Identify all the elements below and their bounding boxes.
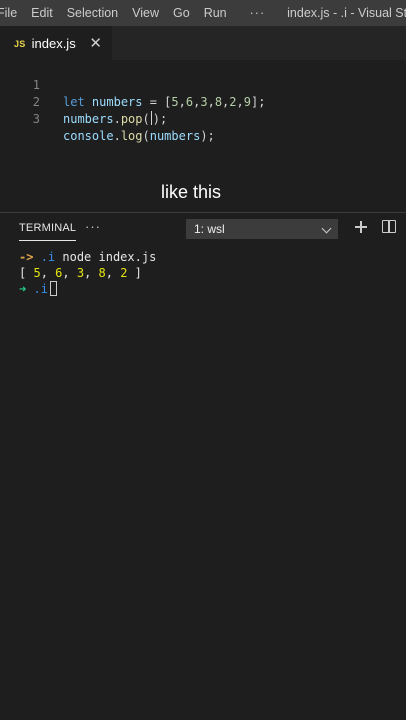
punctuation: ); [152, 112, 168, 126]
menu-more-button[interactable]: ··· [234, 6, 276, 20]
panel-more-button[interactable]: ··· [85, 219, 101, 234]
function-name: log [120, 129, 143, 143]
prompt-directory: .i [40, 250, 56, 264]
identifier: numbers [149, 129, 201, 143]
code-text: console.log(numbers); [63, 128, 215, 145]
line-number: 3 [32, 112, 40, 126]
function-name: pop [120, 112, 143, 126]
terminal-command: node index.js [62, 250, 157, 264]
panel-header: TERMINAL ··· 1: wsl [0, 213, 406, 245]
terminal-output: ] [127, 266, 142, 280]
prompt-directory: .i [33, 282, 48, 296]
vscode-window: File Edit Selection View Go Run ··· inde… [0, 0, 406, 720]
output-number: 3 [76, 266, 85, 280]
editor-tab-bar: JS index.js ✕ [0, 26, 406, 60]
menu-file[interactable]: File [0, 0, 24, 26]
punctuation: . [113, 129, 121, 143]
code-line: 1 let numbers = [5,6,3,8,2,9]; [0, 60, 406, 109]
terminal-select-dropdown[interactable]: 1: wsl [186, 219, 338, 239]
new-terminal-plus-icon[interactable] [351, 217, 371, 237]
chevron-down-icon [321, 223, 332, 234]
close-icon[interactable]: ✕ [89, 36, 102, 51]
prompt-arrow-icon: ➜ [19, 282, 27, 296]
identifier: console [63, 129, 114, 143]
javascript-file-icon: JS [14, 38, 26, 49]
code-line: 2 numbers.pop(); [0, 77, 406, 126]
text-cursor-icon [150, 111, 152, 125]
window-title: index.js - .i - Visual St... [287, 6, 406, 20]
video-caption: like this [160, 182, 222, 202]
tab-index-js[interactable]: JS index.js ✕ [0, 26, 112, 60]
terminal-output-line: [ 5, 6, 3, 8, 2 ] [19, 266, 142, 280]
menu-selection[interactable]: Selection [60, 0, 125, 26]
menu-run[interactable]: Run [197, 0, 234, 26]
tab-terminal[interactable]: TERMINAL [19, 222, 77, 241]
output-number: 8 [98, 266, 106, 280]
tab-label: index.js [31, 36, 76, 51]
terminal-output: [ [19, 266, 34, 280]
punctuation: ( [142, 112, 150, 126]
identifier: numbers [63, 112, 114, 126]
output-number: 5 [33, 266, 41, 280]
terminal-prompt-line[interactable]: ➜ .i [19, 281, 57, 297]
code-line: 3 console.log(numbers); [0, 94, 406, 143]
prompt-arrow-icon: -> [19, 250, 34, 264]
terminal-panel: TERMINAL ··· 1: wsl -> .i node index.js … [0, 212, 406, 720]
punctuation: ( [142, 129, 150, 143]
split-terminal-icon[interactable] [382, 220, 396, 233]
menu-view[interactable]: View [125, 0, 166, 26]
punctuation: ); [200, 129, 215, 143]
terminal-select-value: 1: wsl [194, 222, 225, 236]
punctuation: . [113, 112, 121, 126]
menu-edit[interactable]: Edit [24, 0, 60, 26]
terminal-cursor [49, 281, 57, 296]
menu-bar: File Edit Selection View Go Run ··· inde… [0, 0, 406, 26]
menu-go[interactable]: Go [166, 0, 197, 26]
output-number: 6 [55, 266, 63, 280]
code-text: numbers.pop(); [63, 111, 167, 128]
terminal-command-line: -> .i node index.js [19, 249, 156, 265]
